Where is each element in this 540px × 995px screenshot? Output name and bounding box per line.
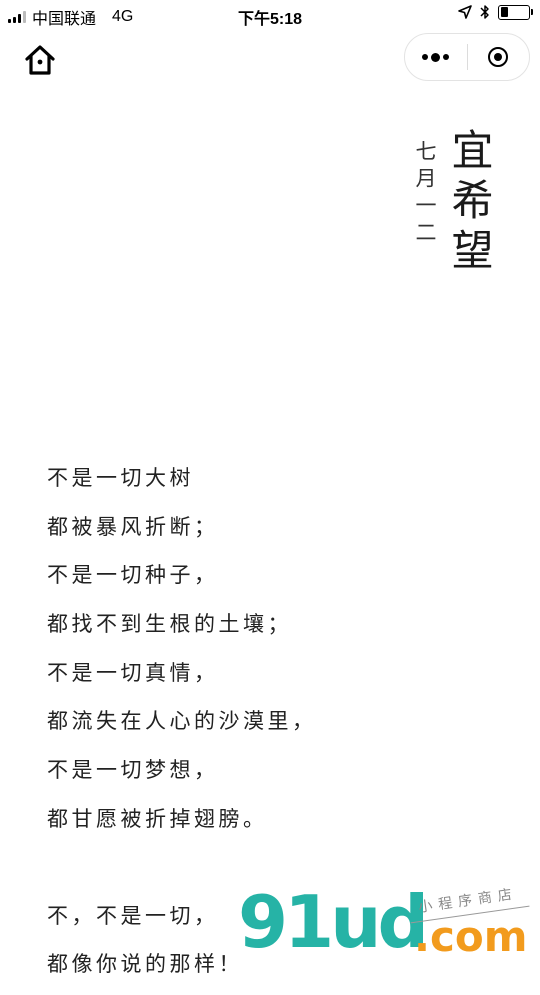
page-date: 七月一二: [413, 140, 437, 248]
battery-level: [500, 7, 509, 17]
more-button[interactable]: [405, 34, 467, 80]
home-icon: [25, 45, 55, 75]
watermark-logo-text: 91ud: [238, 880, 429, 964]
home-button[interactable]: [22, 42, 58, 78]
status-right: [458, 4, 533, 20]
poem-line: 都流失在人心的沙漠里，: [47, 709, 317, 734]
page-title: 宜希望: [445, 128, 494, 278]
poem-line: 不是一切真情，: [47, 660, 219, 685]
bluetooth-icon: [480, 5, 489, 19]
poem-line: 都被暴风折断；: [47, 514, 219, 539]
watermark: 91ud 小程序商店 .com: [238, 880, 540, 960]
mini-program-capsule: [404, 33, 530, 81]
poem-line: 不是一切大树: [47, 466, 194, 490]
close-circle-icon: [488, 47, 509, 67]
close-button[interactable]: [467, 34, 529, 80]
more-dots-icon: [422, 52, 450, 62]
poem-line: 不是一切梦想，: [47, 758, 219, 783]
status-bar: 中国联通 4G 下午5:18: [0, 0, 540, 30]
battery-icon: [498, 4, 533, 20]
poem-line: 不是一切种子，: [47, 563, 219, 588]
poem-line: 都找不到生根的土壤；: [47, 612, 292, 637]
watermark-suffix: .com: [414, 912, 528, 961]
location-arrow-icon: [458, 5, 472, 19]
poem-line: 都甘愿被折掉翅膀。: [47, 806, 268, 831]
